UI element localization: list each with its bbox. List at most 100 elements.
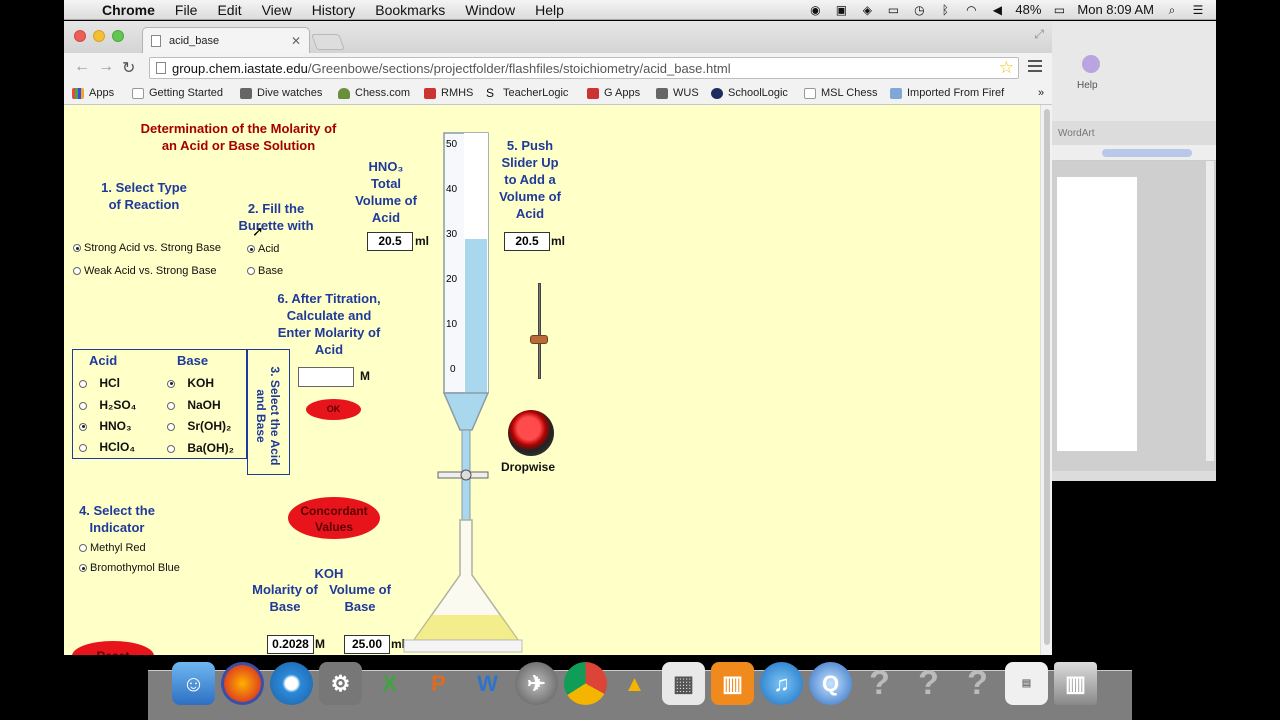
close-window-button[interactable] (74, 30, 86, 42)
powerpoint-icon[interactable]: P (417, 662, 460, 705)
google-drive-icon[interactable]: ▲ (613, 662, 656, 705)
battery-icon[interactable]: ▭ (1051, 3, 1067, 17)
concordant-values-button[interactable]: Concordant Values (288, 497, 380, 539)
menu-bookmarks[interactable]: Bookmarks (375, 2, 445, 18)
indicator-option-bromothymol[interactable]: Bromothymol Blue (79, 562, 180, 574)
reaction-option-weak[interactable]: Weak Acid vs. Strong Base (73, 265, 216, 277)
word-icon[interactable]: W (466, 662, 509, 705)
page-scrollbar[interactable] (1040, 105, 1052, 655)
bluetooth-icon[interactable]: ᛒ (937, 3, 953, 17)
radio[interactable] (79, 401, 87, 410)
radio[interactable] (167, 422, 175, 431)
tag-icon[interactable]: ◈ (859, 3, 875, 17)
bookmark-getting-started[interactable]: Getting Started (132, 87, 223, 99)
acid-option-hno3[interactable]: HNO₃ (79, 419, 132, 433)
scrollbar-thumb[interactable] (1044, 109, 1050, 645)
preview-icon[interactable]: ▦ (662, 662, 705, 705)
minimize-window-button[interactable] (93, 30, 105, 42)
page-info-icon[interactable] (156, 62, 166, 74)
bookmark-chess-com[interactable]: Chess.com (338, 87, 410, 99)
notification-center-icon[interactable]: ☰ (1190, 3, 1206, 17)
fill-option-acid[interactable]: Acid (247, 243, 279, 255)
bookmark-teacherlogic[interactable]: S TeacherLogic (486, 87, 568, 100)
back-arrow-icon[interactable]: ← (74, 58, 90, 76)
menu-edit[interactable]: Edit (217, 2, 241, 18)
ibooks-icon[interactable]: ▥ (711, 662, 754, 705)
reset-button[interactable]: Reset (72, 641, 154, 655)
menu-file[interactable]: File (175, 2, 198, 18)
bookmark-imported-folder[interactable]: Imported From Firef (890, 87, 1004, 99)
battery-percent[interactable]: 48% (1015, 2, 1041, 17)
molarity-input[interactable] (298, 367, 354, 387)
tab-acid-base[interactable]: acid_base ✕ (142, 27, 310, 54)
help-label[interactable]: Help (1077, 80, 1098, 91)
forward-arrow-icon[interactable]: → (98, 58, 114, 76)
menu-help[interactable]: Help (535, 2, 564, 18)
menu-history[interactable]: History (312, 2, 356, 18)
radio-selected[interactable] (79, 564, 87, 573)
reload-icon[interactable]: ↻ (122, 58, 135, 78)
unknown-app-icon[interactable]: ? (956, 662, 999, 705)
record-icon[interactable]: ◉ (807, 3, 823, 17)
xlsx-file-icon[interactable]: ▤ (1005, 662, 1048, 705)
radio-selected[interactable] (167, 379, 175, 388)
zoom-window-button[interactable] (112, 30, 124, 42)
base-option-baoh2[interactable]: Ba(OH)₂ (167, 441, 234, 455)
word-scrollbar[interactable] (1206, 161, 1214, 461)
chrome-icon[interactable] (564, 662, 607, 705)
menu-app-name[interactable]: Chrome (102, 2, 155, 18)
base-option-sroh2[interactable]: Sr(OH)₂ (167, 419, 231, 433)
tab-close-icon[interactable]: ✕ (291, 34, 301, 48)
radio[interactable] (247, 267, 255, 276)
acid-option-h2so4[interactable]: H₂SO₄ (79, 398, 136, 412)
radio[interactable] (167, 444, 175, 453)
reaction-option-strong[interactable]: Strong Acid vs. Strong Base (73, 242, 221, 254)
time-machine-icon[interactable]: ◷ (911, 3, 927, 17)
ok-button[interactable]: OK (306, 399, 361, 420)
help-icon[interactable] (1082, 55, 1100, 73)
menu-window[interactable]: Window (465, 2, 515, 18)
bookmark-msl-chess[interactable]: MSL Chess (804, 87, 877, 99)
radio-selected[interactable] (73, 244, 81, 253)
bookmark-wus[interactable]: WUS (656, 87, 699, 99)
radio[interactable] (167, 401, 175, 410)
acid-option-hclo4[interactable]: HClO₄ (79, 440, 135, 454)
address-bar[interactable]: group.chem.iastate.edu/Greenbowe/section… (149, 57, 1019, 79)
menu-view[interactable]: View (262, 2, 292, 18)
chrome-menu-icon[interactable] (1028, 60, 1042, 75)
bookmark-rmhs[interactable]: RMHS (424, 87, 473, 99)
unknown-app-icon[interactable]: ? (858, 662, 901, 705)
radio-selected[interactable] (247, 245, 255, 254)
ruler-indent[interactable] (1102, 149, 1192, 157)
wordart-label[interactable]: WordArt (1058, 128, 1095, 139)
bookmark-g-apps[interactable]: G Apps (587, 87, 640, 99)
bookmark-star-icon[interactable]: ☆ (999, 58, 1014, 78)
radio[interactable] (79, 544, 87, 553)
excel-icon[interactable]: X (368, 662, 411, 705)
spotlight-search-icon[interactable]: ⌕ (1164, 3, 1180, 17)
radio[interactable] (79, 443, 87, 452)
airplay-icon[interactable]: ▭ (885, 3, 901, 17)
stopcock-knob[interactable] (460, 469, 472, 481)
unknown-app-icon[interactable]: ? (907, 662, 950, 705)
system-preferences-icon[interactable]: ⚙ (319, 662, 362, 705)
trash-icon[interactable]: ▥ (1054, 662, 1097, 705)
volume-icon[interactable]: ◀ (989, 3, 1005, 17)
acid-option-hcl[interactable]: HCl (79, 376, 120, 390)
wifi-icon[interactable]: ◠ (963, 3, 979, 17)
base-option-koh[interactable]: KOH (167, 376, 214, 390)
finder-icon[interactable]: ☺ (172, 662, 215, 705)
itunes-icon[interactable]: ♫ (760, 662, 803, 705)
radio[interactable] (73, 267, 81, 276)
dropwise-button[interactable] (508, 410, 554, 456)
bookmarks-overflow[interactable]: » (1038, 87, 1044, 99)
safari-icon[interactable] (270, 662, 313, 705)
clock[interactable]: Mon 8:09 AM (1077, 2, 1154, 17)
fill-option-base[interactable]: Base (247, 265, 283, 277)
radio-selected[interactable] (79, 422, 87, 431)
fullscreen-icon[interactable]: ⤢ (1034, 27, 1044, 42)
launchpad-icon[interactable]: ✈ (515, 662, 558, 705)
new-tab-button[interactable] (311, 34, 345, 50)
radio[interactable] (79, 379, 87, 388)
firefox-icon[interactable] (221, 662, 264, 705)
